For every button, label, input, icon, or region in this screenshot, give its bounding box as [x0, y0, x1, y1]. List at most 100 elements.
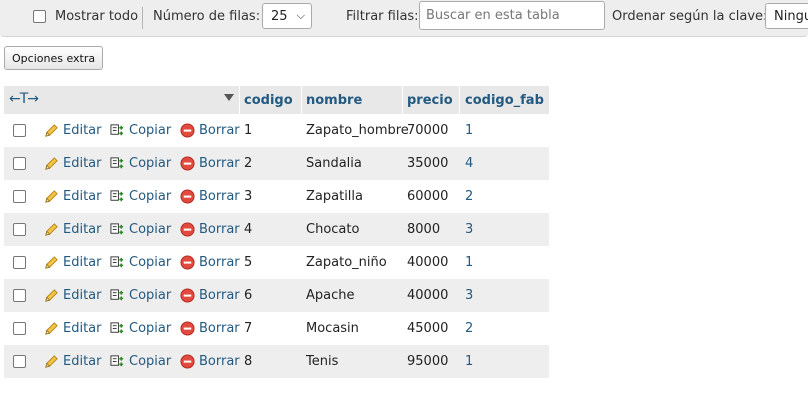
edit-row-link[interactable]: Editar	[44, 354, 102, 369]
copy-row-link[interactable]: Copiar	[110, 321, 171, 336]
row-checkbox[interactable]	[13, 124, 26, 137]
chevron-down-icon: ⌵	[296, 9, 305, 22]
extra-options-button[interactable]: Opciones extra	[4, 46, 104, 70]
sort-arrow-icon[interactable]	[224, 94, 234, 101]
pencil-icon	[44, 354, 59, 369]
copy-row-link[interactable]: Copiar	[110, 156, 171, 171]
edit-row-link[interactable]: Editar	[44, 222, 102, 237]
table-row: Editar Copiar Borrar 2 Sandalia 35000 4	[4, 147, 549, 180]
edit-row-link[interactable]: Editar	[44, 288, 102, 303]
delete-row-link[interactable]: Borrar	[180, 156, 240, 171]
copy-label: Copiar	[129, 321, 172, 336]
edit-label: Editar	[63, 123, 102, 138]
delete-icon	[180, 189, 195, 204]
row-checkbox[interactable]	[13, 157, 26, 170]
rows-count-select[interactable]: 25 ⌵	[262, 3, 312, 29]
copy-row-link[interactable]: Copiar	[110, 288, 171, 303]
copy-label: Copiar	[129, 189, 172, 204]
sort-by-key-value: Ninguna	[774, 8, 808, 24]
cell-precio: 35000	[407, 156, 449, 171]
column-header-precio[interactable]: precio	[407, 93, 453, 108]
row-checkbox[interactable]	[13, 223, 26, 236]
cell-precio: 70000	[407, 123, 449, 138]
cell-codigo-fab-link[interactable]: 3	[465, 288, 473, 303]
header-divider	[402, 86, 403, 114]
bottom-actions-peek	[0, 396, 808, 403]
pencil-icon	[44, 321, 59, 336]
copy-label: Copiar	[129, 255, 172, 270]
cell-precio: 8000	[407, 222, 441, 237]
row-checkbox[interactable]	[13, 289, 26, 302]
edit-label: Editar	[63, 354, 102, 369]
show-all-control[interactable]: Mostrar todo	[33, 9, 138, 24]
header-divider	[239, 86, 240, 114]
column-header-codigo[interactable]: codigo	[244, 93, 293, 108]
copy-row-link[interactable]: Copiar	[110, 189, 171, 204]
column-resize-arrows-icon[interactable]: ←T→	[9, 91, 39, 107]
copy-icon	[110, 255, 125, 270]
pencil-icon	[44, 255, 59, 270]
cell-codigo-fab-link[interactable]: 4	[465, 156, 473, 171]
pencil-icon	[44, 288, 59, 303]
show-all-checkbox[interactable]	[33, 10, 46, 23]
delete-row-link[interactable]: Borrar	[180, 123, 240, 138]
sort-by-key-select[interactable]: Ninguna	[765, 3, 808, 29]
row-checkbox[interactable]	[13, 355, 26, 368]
edit-row-link[interactable]: Editar	[44, 255, 102, 270]
edit-label: Editar	[63, 156, 102, 171]
show-all-label[interactable]: Mostrar todo	[55, 9, 138, 24]
cell-nombre: Zapato_niño	[306, 255, 387, 270]
cell-codigo-fab-link[interactable]: 2	[465, 189, 473, 204]
edit-row-link[interactable]: Editar	[44, 156, 102, 171]
edit-label: Editar	[63, 222, 102, 237]
copy-row-link[interactable]: Copiar	[110, 222, 171, 237]
edit-label: Editar	[63, 288, 102, 303]
copy-label: Copiar	[129, 156, 172, 171]
cell-precio: 60000	[407, 189, 449, 204]
delete-label: Borrar	[199, 189, 240, 204]
edit-row-link[interactable]: Editar	[44, 189, 102, 204]
column-header-codigo-fab[interactable]: codigo_fab	[465, 93, 544, 108]
cell-codigo-fab-link[interactable]: 1	[465, 354, 473, 369]
table-navigation-bar: Mostrar todo Número de filas: 25 ⌵ Filtr…	[0, 0, 808, 37]
pencil-icon	[44, 156, 59, 171]
copy-row-link[interactable]: Copiar	[110, 354, 171, 369]
delete-icon	[180, 288, 195, 303]
table-row: Editar Copiar Borrar 5 Zapato_niño 40000 1	[4, 246, 549, 279]
results-table: ←T→ codigo nombre precio codigo_fab Edit…	[4, 86, 549, 378]
cell-codigo: 5	[244, 255, 253, 270]
delete-row-link[interactable]: Borrar	[180, 255, 240, 270]
delete-row-link[interactable]: Borrar	[180, 189, 240, 204]
table-header-row: ←T→ codigo nombre precio codigo_fab	[4, 86, 549, 114]
delete-label: Borrar	[199, 354, 240, 369]
delete-row-link[interactable]: Borrar	[180, 354, 240, 369]
cell-codigo: 7	[244, 321, 253, 336]
row-checkbox[interactable]	[13, 190, 26, 203]
cell-codigo-fab-link[interactable]: 1	[465, 123, 473, 138]
copy-icon	[110, 189, 125, 204]
copy-row-link[interactable]: Copiar	[110, 255, 171, 270]
copy-row-link[interactable]: Copiar	[110, 123, 171, 138]
table-row: Editar Copiar Borrar 4 Chocato 8000 3	[4, 213, 549, 246]
delete-row-link[interactable]: Borrar	[180, 288, 240, 303]
cell-nombre: Tenis	[306, 354, 339, 369]
rows-count-value: 25	[271, 8, 288, 24]
delete-label: Borrar	[199, 288, 240, 303]
filter-rows-input[interactable]: Buscar en esta tabla	[419, 1, 605, 30]
delete-row-link[interactable]: Borrar	[180, 222, 240, 237]
edit-row-link[interactable]: Editar	[44, 123, 102, 138]
cell-codigo-fab-link[interactable]: 2	[465, 321, 473, 336]
edit-row-link[interactable]: Editar	[44, 321, 102, 336]
cell-codigo-fab-link[interactable]: 1	[465, 255, 473, 270]
copy-label: Copiar	[129, 123, 172, 138]
cell-nombre: Chocato	[306, 222, 360, 237]
column-header-nombre[interactable]: nombre	[306, 93, 362, 108]
pencil-icon	[44, 222, 59, 237]
delete-row-link[interactable]: Borrar	[180, 321, 240, 336]
table-row: Editar Copiar Borrar 8 Tenis 95000 1	[4, 345, 549, 378]
row-checkbox[interactable]	[13, 256, 26, 269]
cell-codigo: 2	[244, 156, 253, 171]
copy-label: Copiar	[129, 222, 172, 237]
row-checkbox[interactable]	[13, 322, 26, 335]
cell-codigo-fab-link[interactable]: 3	[465, 222, 473, 237]
